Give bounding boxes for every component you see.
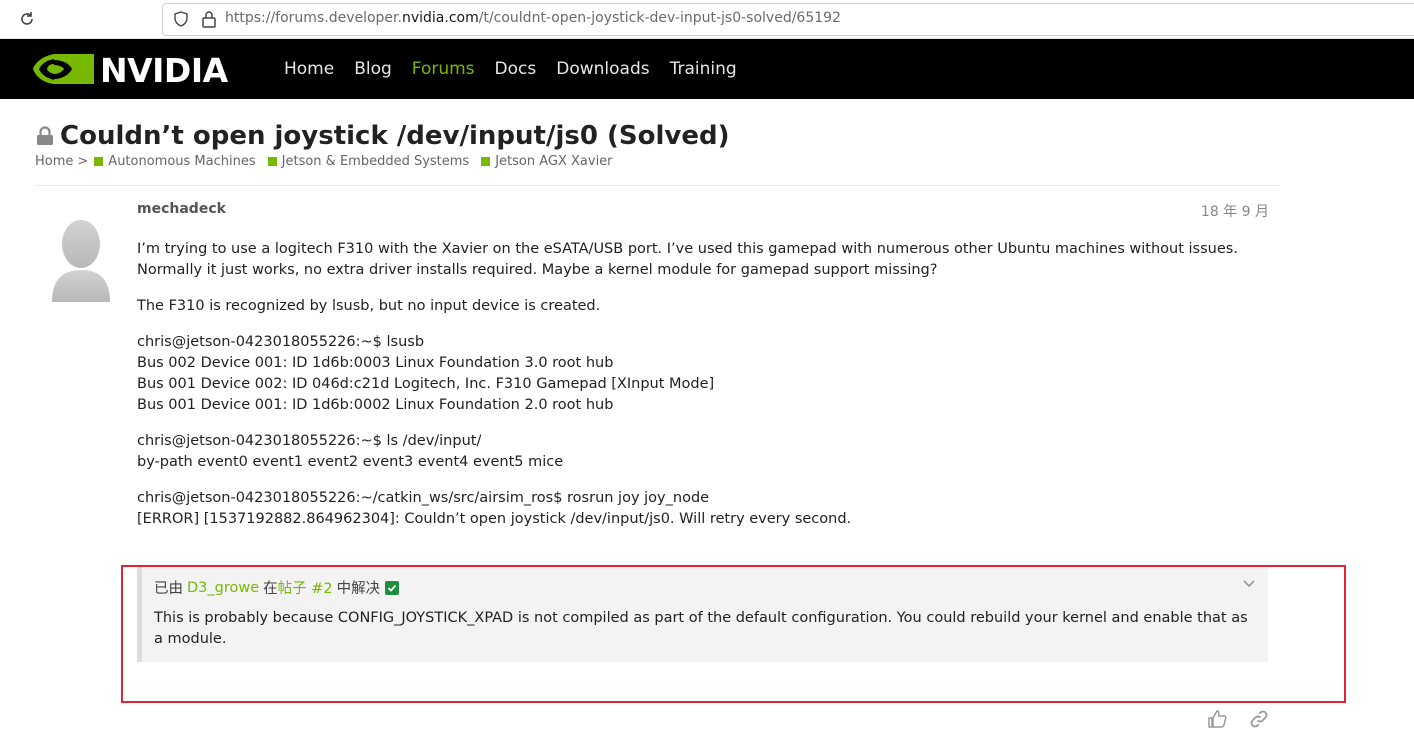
category-label: Jetson & Embedded Systems: [281, 154, 470, 169]
post-paragraph: The F310 is recognized by lsusb, but no …: [137, 298, 601, 314]
reload-icon[interactable]: [18, 10, 36, 28]
closed-lock-icon: [36, 126, 54, 146]
like-icon[interactable]: [1206, 708, 1228, 730]
url-text: https://forums.developer.nvidia.com/t/co…: [225, 10, 841, 26]
post-paragraph: chris@jetson-0423018055226:~/catkin_ws/s…: [137, 490, 852, 527]
nav-training[interactable]: Training: [670, 59, 737, 79]
category-jetson-agx-xavier[interactable]: Jetson AGX Xavier: [481, 154, 613, 169]
url-path: /t/couldnt-open-joystick-dev-input-js0-s…: [478, 10, 841, 26]
page-title[interactable]: Couldn’t open joystick /dev/input/js0 (S…: [60, 121, 729, 151]
category-label: Autonomous Machines: [108, 154, 256, 169]
nav-docs[interactable]: Docs: [495, 59, 537, 79]
nvidia-logo[interactable]: NVIDIA: [32, 48, 244, 90]
nav-blog[interactable]: Blog: [354, 59, 392, 79]
url-domain: nvidia.com: [401, 10, 479, 26]
site-header: NVIDIA Home Blog Forums Docs Downloads T…: [0, 39, 1414, 99]
post-paragraph: I’m trying to use a logitech F310 with t…: [137, 241, 1238, 278]
post-paragraph: chris@jetson-0423018055226:~$ ls /dev/in…: [137, 433, 564, 470]
post-date[interactable]: 18 年 9 月: [1201, 201, 1269, 221]
nav-forums[interactable]: Forums: [412, 59, 475, 79]
breadcrumb-home[interactable]: Home: [35, 154, 73, 169]
highlight-box: [121, 565, 1346, 703]
link-icon[interactable]: [1248, 708, 1270, 730]
main-nav: Home Blog Forums Docs Downloads Training: [274, 39, 747, 99]
category-badge: [481, 157, 491, 166]
url-field[interactable]: https://forums.developer.nvidia.com/t/co…: [162, 3, 1414, 36]
post-actions: [1206, 708, 1290, 730]
shield-icon[interactable]: [173, 11, 189, 27]
post-paragraph: chris@jetson-0423018055226:~$ lsusb Bus …: [137, 334, 715, 413]
title-divider: [35, 185, 1280, 186]
url-prefix: https://forums.developer.: [225, 10, 402, 26]
nav-downloads[interactable]: Downloads: [556, 59, 649, 79]
avatar[interactable]: [50, 216, 112, 302]
post-author[interactable]: mechadeck: [137, 201, 226, 217]
lock-icon[interactable]: [201, 10, 217, 28]
browser-toolbar: https://forums.developer.nvidia.com/t/co…: [0, 0, 1414, 39]
svg-text:NVIDIA: NVIDIA: [100, 51, 229, 90]
topic-title-row: Couldn’t open joystick /dev/input/js0 (S…: [36, 121, 729, 151]
category-label: Jetson AGX Xavier: [495, 154, 613, 169]
post-body: I’m trying to use a logitech F310 with t…: [137, 239, 1267, 545]
nav-home[interactable]: Home: [284, 59, 334, 79]
category-badge: [94, 157, 104, 166]
category-badge: [267, 157, 277, 166]
category-autonomous-machines[interactable]: Autonomous Machines: [94, 154, 256, 169]
breadcrumb: Home > Autonomous Machines Jetson & Embe…: [35, 154, 625, 169]
category-jetson-embedded[interactable]: Jetson & Embedded Systems: [267, 154, 470, 169]
breadcrumb-separator: >: [77, 154, 89, 169]
